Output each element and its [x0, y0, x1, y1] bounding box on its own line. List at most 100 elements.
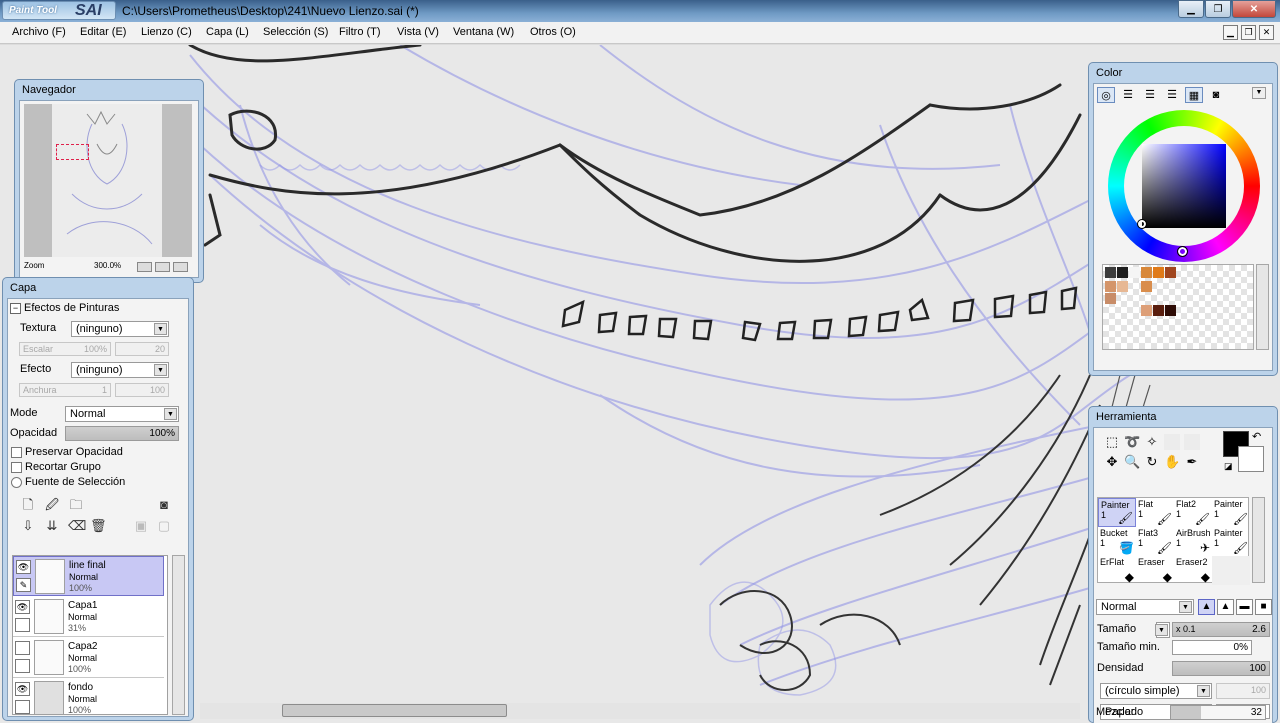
layer-item[interactable]: 👁 Capa1 Normal 31%	[13, 597, 164, 637]
preserve-opacity-checkbox[interactable]	[11, 447, 22, 458]
brush-slot[interactable]: Flat2 1 🖌	[1174, 498, 1212, 527]
brush-slot[interactable]: Painter 1 🖌	[1098, 498, 1136, 527]
color-swatch[interactable]	[1153, 267, 1164, 278]
menu-filtro[interactable]: Filtro (T)	[339, 26, 381, 38]
rect-select-icon[interactable]: ⬚	[1104, 434, 1120, 450]
zoom-icon[interactable]: 🔍	[1124, 454, 1140, 470]
visibility-eye-icon[interactable]: 👁	[15, 682, 30, 696]
secondary-color-swatch[interactable]	[1238, 446, 1264, 472]
menu-editar[interactable]: Editar (E)	[80, 26, 126, 38]
selection-source-radio[interactable]	[11, 477, 22, 488]
delete-layer-icon[interactable]: 🗑	[90, 518, 107, 534]
density-slider[interactable]: 100	[1172, 661, 1270, 676]
color-swatch[interactable]	[1105, 267, 1116, 278]
brush-slot[interactable]: Painter 1 🖌	[1212, 498, 1250, 527]
new-linework-layer-icon[interactable]: 🖉	[44, 497, 60, 513]
edit-brush-empty[interactable]	[15, 659, 30, 673]
new-layer-icon[interactable]: 🗋	[20, 497, 36, 513]
color-swatch[interactable]	[1165, 267, 1176, 278]
navigator-preview[interactable]	[24, 104, 192, 257]
swap-colors-icon[interactable]: ↶	[1252, 430, 1261, 443]
brush-slot[interactable]: Bucket 1 🪣	[1098, 527, 1136, 556]
rotate-icon[interactable]: ↻	[1144, 454, 1160, 470]
brush-size-slider[interactable]: x 0.1 2.6	[1172, 622, 1270, 637]
intermediate-tab-icon[interactable]: ☰	[1163, 87, 1181, 103]
texture-select[interactable]: (ninguno) ▼	[71, 321, 169, 337]
swatch-scrollbar[interactable]	[1256, 264, 1269, 350]
scratchpad-tab-icon[interactable]: ◙	[1207, 87, 1225, 103]
edit-brush-empty[interactable]	[15, 618, 30, 632]
swatch-tab-icon[interactable]: ▦	[1185, 87, 1203, 103]
swatch-palette[interactable]	[1102, 264, 1254, 350]
zoom-out-button[interactable]	[137, 262, 152, 272]
menu-seleccion[interactable]: Selección (S)	[263, 26, 328, 38]
edit-brush-icon[interactable]: ✎	[16, 578, 31, 592]
layer-item[interactable]: 👁 fondo Normal 100%	[13, 679, 164, 714]
brush-edge-medium-icon[interactable]: ▲	[1217, 599, 1234, 615]
layer-mask-icon[interactable]: ◙	[156, 497, 172, 513]
rgb-slider-tab-icon[interactable]: ☰	[1119, 87, 1137, 103]
visibility-eye-icon[interactable]: 👁	[16, 560, 31, 574]
transfer-down-icon[interactable]: ⇩	[20, 518, 36, 534]
color-swatch[interactable]	[1141, 267, 1152, 278]
color-swatch[interactable]	[1165, 305, 1176, 316]
minimize-button[interactable]: ▁	[1178, 0, 1204, 18]
menu-ventana[interactable]: Ventana (W)	[453, 26, 514, 38]
hand-icon[interactable]: ✋	[1164, 454, 1180, 470]
reset-colors-icon[interactable]: ◪	[1224, 461, 1233, 472]
canvas-scroll-thumb[interactable]	[282, 704, 507, 717]
menu-lienzo[interactable]: Lienzo (C)	[141, 26, 192, 38]
layer-item[interactable]: Capa2 Normal 100%	[13, 638, 164, 678]
magic-wand-icon[interactable]: ✧	[1144, 434, 1160, 450]
collapse-effects-toggle[interactable]: −	[10, 303, 21, 314]
empty-brush-slot[interactable]	[1212, 556, 1250, 585]
visibility-hidden-box[interactable]	[15, 641, 30, 655]
min-size-slider[interactable]: 0%	[1172, 640, 1252, 655]
clip-group-checkbox[interactable]	[11, 462, 22, 473]
brush-edge-flat-icon[interactable]: ■	[1255, 599, 1272, 615]
layer-opacity-slider[interactable]: 100%	[65, 426, 179, 441]
layer-list-scrollbar[interactable]	[172, 555, 185, 715]
brush-blend-mode-select[interactable]: Normal ▼	[1096, 599, 1194, 615]
hsv-slider-tab-icon[interactable]: ☰	[1141, 87, 1159, 103]
brush-slot[interactable]: Eraser ◆	[1136, 556, 1174, 585]
color-swatch[interactable]	[1117, 281, 1128, 292]
chevron-down-icon[interactable]: ▼	[1252, 87, 1266, 99]
saturation-value-square[interactable]	[1142, 144, 1226, 228]
brush-edge-hard-icon[interactable]: ▲	[1198, 599, 1215, 615]
close-button[interactable]: ✕	[1232, 0, 1276, 18]
color-swatch[interactable]	[1153, 305, 1164, 316]
brush-slot[interactable]: Flat3 1 🖌	[1136, 527, 1174, 556]
color-swatch[interactable]	[1105, 281, 1116, 292]
zoom-in-button[interactable]	[173, 262, 188, 272]
layer-mode-select[interactable]: Normal ▼	[65, 406, 179, 422]
sv-picker-marker[interactable]	[1137, 219, 1147, 229]
color-swatch[interactable]	[1129, 267, 1140, 278]
brush-slot[interactable]: AirBrush 1 ✈	[1174, 527, 1212, 556]
doc-minimize-button[interactable]: ▁	[1223, 25, 1238, 40]
brush-slot[interactable]: Painter 1 🖌	[1212, 527, 1250, 556]
doc-restore-button[interactable]: ❐	[1241, 25, 1256, 40]
size-multiplier-dropdown[interactable]: ▼	[1155, 622, 1170, 638]
edit-brush-empty[interactable]	[15, 700, 30, 714]
color-swatch[interactable]	[1105, 293, 1116, 304]
brush-slot[interactable]: Eraser2 ◆	[1174, 556, 1212, 585]
color-swatch[interactable]	[1141, 305, 1152, 316]
blend-slider[interactable]: 32	[1170, 705, 1266, 720]
menu-vista[interactable]: Vista (V)	[397, 26, 439, 38]
menu-archivo[interactable]: Archivo (F)	[12, 26, 66, 38]
brush-shape-select[interactable]: (círculo simple) ▼	[1100, 683, 1212, 699]
visibility-eye-icon[interactable]: 👁	[15, 600, 30, 614]
merge-down-icon[interactable]: ⇊	[44, 518, 60, 534]
zoom-reset-button[interactable]	[155, 262, 170, 272]
layer-item[interactable]: 👁 ✎ line final Normal 100%	[13, 556, 164, 596]
brush-grid-scrollbar[interactable]	[1252, 497, 1265, 583]
hue-picker-marker[interactable]	[1177, 246, 1188, 257]
effect-select[interactable]: (ninguno) ▼	[71, 362, 169, 378]
move-icon[interactable]: ✥	[1104, 454, 1120, 470]
doc-close-button[interactable]: ✕	[1259, 25, 1274, 40]
new-folder-icon[interactable]: 🗀	[68, 497, 84, 513]
brush-slot[interactable]: ErFlat ◆	[1098, 556, 1136, 585]
color-swatch[interactable]	[1117, 267, 1128, 278]
menu-capa[interactable]: Capa (L)	[206, 26, 249, 38]
